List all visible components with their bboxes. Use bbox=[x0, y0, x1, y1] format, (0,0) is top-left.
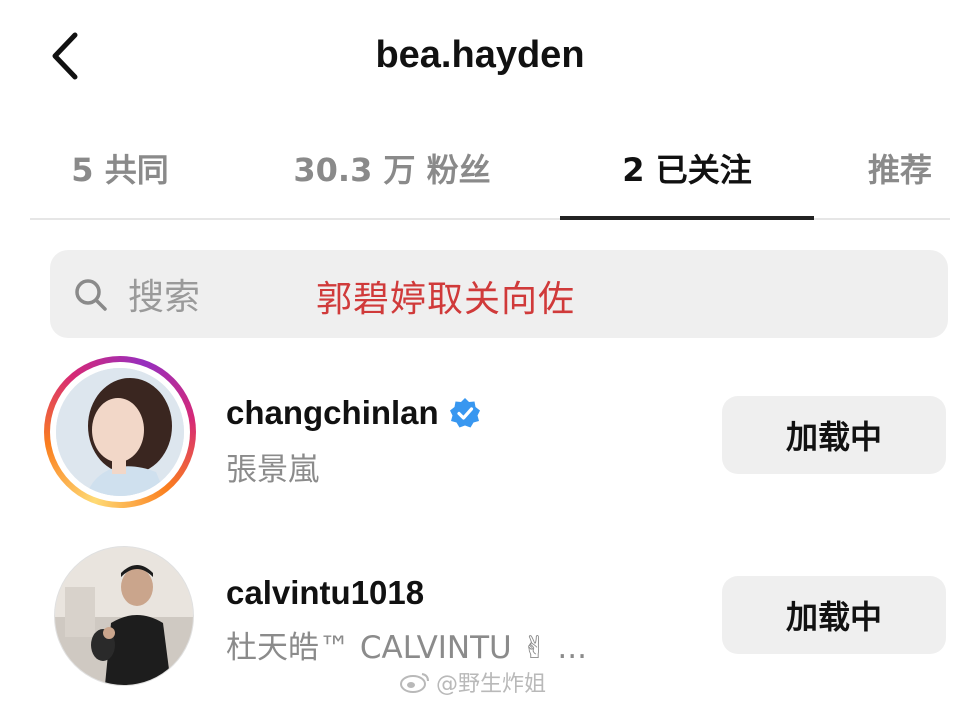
tab-following[interactable]: 2 已关注 bbox=[560, 130, 814, 206]
username[interactable]: changchinlan bbox=[226, 394, 481, 432]
display-name: 杜天皓™ CALVINTU ✌ ... bbox=[226, 630, 587, 666]
avatar[interactable] bbox=[56, 368, 184, 496]
search-icon bbox=[75, 279, 107, 311]
tab-suggested[interactable]: 推荐 bbox=[850, 130, 950, 206]
loading-button[interactable]: 加载中 bbox=[722, 576, 946, 654]
overlay-annotation: 郭碧婷取关向佐 bbox=[316, 279, 576, 320]
search-placeholder: 搜索 bbox=[128, 277, 201, 318]
list-item[interactable]: changchinlan 張景嵐 加载中 bbox=[0, 352, 960, 522]
loading-button[interactable]: 加载中 bbox=[722, 396, 946, 474]
tab-followers[interactable]: 30.3 万 粉丝 bbox=[262, 130, 522, 206]
tab-mutual[interactable]: 5 共同 bbox=[40, 130, 200, 206]
avatar-image bbox=[56, 368, 184, 496]
following-screen: bea.hayden 5 共同 30.3 万 粉丝 2 已关注 推荐 搜索 郭碧… bbox=[0, 0, 960, 704]
display-name: 張景嵐 bbox=[226, 452, 319, 488]
tab-bar: 5 共同 30.3 万 粉丝 2 已关注 推荐 bbox=[0, 130, 960, 220]
avatar[interactable] bbox=[54, 546, 194, 686]
avatar-image bbox=[55, 547, 193, 685]
verified-badge-icon bbox=[449, 398, 480, 428]
weibo-logo-icon bbox=[400, 673, 429, 693]
page-title: bea.hayden bbox=[375, 34, 585, 76]
username[interactable]: calvintu1018 bbox=[226, 574, 424, 612]
watermark: @野生炸姐 bbox=[400, 666, 546, 698]
active-tab-indicator bbox=[560, 216, 814, 220]
